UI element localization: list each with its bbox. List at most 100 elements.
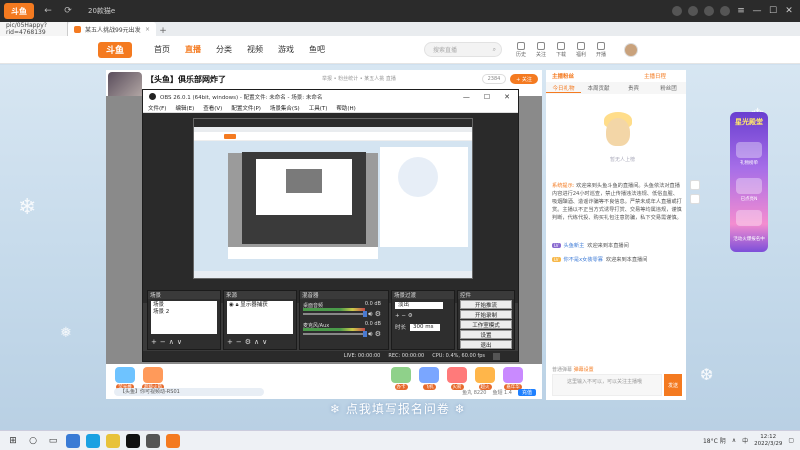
scene-item[interactable]: 场景 — [153, 302, 215, 309]
transition-select[interactable]: 淡出 — [395, 302, 443, 309]
scene-item[interactable]: 场景 2 — [153, 309, 215, 316]
input-language[interactable]: 中 — [742, 436, 748, 445]
history-icon[interactable]: 历史 — [514, 41, 528, 58]
maximize-icon[interactable]: ☐ — [768, 6, 778, 16]
nav-fishbar[interactable]: 鱼吧 — [309, 44, 340, 55]
gift-item[interactable]: 办卡 — [388, 367, 414, 390]
volume-slider-handle[interactable] — [363, 331, 367, 337]
tab-today-gifts[interactable]: 今日礼物 — [546, 84, 581, 93]
recharge-button[interactable]: 充值 — [517, 389, 536, 396]
chat-input[interactable]: 这里输入不可以，可以关注主播哦 — [552, 374, 662, 396]
obs-minimize-icon[interactable]: — — [463, 93, 470, 101]
tab-active[interactable]: 某五人挑战99元出发 × — [68, 22, 156, 36]
close-icon[interactable]: ✕ — [784, 6, 794, 16]
nav-home[interactable]: 首页 — [154, 44, 185, 55]
follow-icon[interactable]: 关注 — [534, 41, 548, 58]
studio-mode-button[interactable]: 工作室模式 — [460, 320, 512, 329]
app-icon-douyu[interactable] — [166, 433, 180, 448]
chat-username[interactable]: 你不是x女装零寡 — [564, 256, 603, 263]
start-live-icon[interactable]: 开播 — [594, 41, 608, 58]
app-icon-obs[interactable] — [126, 433, 140, 448]
barrage-settings[interactable]: 弹幕设置 — [574, 367, 594, 373]
gift-item[interactable]: 荧光棒 — [112, 367, 138, 390]
tab-close-icon[interactable]: × — [145, 26, 150, 33]
menu-profile[interactable]: 配置文件(P) — [231, 104, 261, 112]
download-icon[interactable]: 下载 — [554, 41, 568, 58]
search-icon[interactable]: ○ — [26, 434, 40, 448]
eye-icon[interactable]: ◉ — [229, 302, 234, 308]
menu-help[interactable]: 帮助(H) — [336, 104, 355, 112]
app-icon-explorer[interactable] — [66, 433, 80, 448]
site-logo[interactable]: 斗鱼 — [98, 41, 132, 58]
refresh-icon[interactable]: ⟳ — [62, 5, 74, 17]
report-icon[interactable] — [690, 194, 700, 204]
menu-scene-collection[interactable]: 场景集合(S) — [270, 104, 300, 112]
settings-button[interactable]: 设置 — [460, 330, 512, 339]
welfare-icon[interactable]: 福利 — [574, 41, 588, 58]
tray-chevron-icon[interactable]: ∧ — [732, 437, 736, 444]
task-view-icon[interactable]: ▭ — [46, 434, 60, 448]
tab-week-contrib[interactable]: 本周贡献 — [581, 84, 616, 92]
gift-item[interactable]: 超火 — [472, 367, 498, 390]
app-icon-edge[interactable] — [86, 433, 100, 448]
app-icon-files[interactable] — [106, 433, 120, 448]
gift-item[interactable]: 超级火箭 — [140, 367, 166, 390]
send-button[interactable]: 发送 — [664, 374, 682, 396]
menu-icon[interactable]: ≡ — [736, 6, 746, 16]
source-item[interactable]: ◉ 🔒︎ 显示器捕获 — [229, 302, 291, 309]
scenes-tools[interactable]: +−∧∨ — [151, 338, 185, 346]
minimize-icon[interactable]: — — [752, 6, 762, 16]
menu-edit[interactable]: 编辑(E) — [175, 104, 194, 112]
favorites-icon[interactable] — [704, 6, 714, 16]
avatar[interactable] — [720, 6, 730, 16]
promo-item[interactable] — [736, 178, 762, 194]
share-icon[interactable] — [690, 180, 700, 190]
search-icon[interactable]: ⌕ — [493, 46, 496, 54]
user-avatar[interactable] — [624, 42, 638, 57]
gift-item[interactable]: 火箭 — [444, 367, 470, 390]
nav-category[interactable]: 分类 — [216, 44, 247, 55]
back-icon[interactable]: ← — [42, 5, 54, 17]
speaker-icon[interactable]: 🔊︎ ⚙ — [368, 310, 381, 319]
weather[interactable]: 18°C 阴 — [703, 436, 726, 445]
clock[interactable]: 12:12 2022/3/29 — [754, 434, 782, 448]
extension-icon[interactable] — [688, 6, 698, 16]
start-recording-button[interactable]: 开始录制 — [460, 310, 512, 319]
nav-game[interactable]: 游戏 — [278, 44, 309, 55]
start-streaming-button[interactable]: 开始推流 — [460, 300, 512, 309]
notification-icon[interactable]: ▢ — [788, 437, 794, 444]
schedule-link[interactable]: 主播日程 — [644, 72, 666, 80]
obs-close-icon[interactable]: ✕ — [504, 93, 510, 101]
profile-icon[interactable] — [672, 6, 682, 16]
new-tab-button[interactable]: + — [156, 26, 170, 36]
volume-slider-handle[interactable] — [363, 311, 367, 317]
gift-item[interactable]: 飞机 — [416, 367, 442, 390]
chat-username[interactable]: 头鱼新主 — [564, 242, 585, 249]
menu-view[interactable]: 查看(V) — [203, 104, 222, 112]
barrage-mode[interactable]: 普通弹幕 — [552, 367, 572, 373]
volume-slider[interactable] — [303, 333, 365, 335]
menu-file[interactable]: 文件(F) — [148, 104, 166, 112]
lock-icon[interactable]: 🔒︎ — [236, 302, 239, 308]
windows-start-icon[interactable]: ⊞ — [6, 434, 20, 448]
tab-fans[interactable]: 粉丝团 — [651, 84, 686, 92]
app-icon-tool[interactable] — [146, 433, 160, 448]
promo-banner[interactable]: 星光殿堂 礼物榜单 已点亮N 活动火爆报名中 — [730, 112, 768, 252]
rank-title[interactable]: 主播粉丝 — [552, 72, 574, 80]
search-input[interactable]: 搜索直播 ⌕ — [424, 42, 502, 57]
nav-video[interactable]: 视频 — [247, 44, 278, 55]
promo-item[interactable] — [736, 142, 762, 158]
tab-vip[interactable]: 贵宾 — [616, 84, 651, 92]
address-bar[interactable]: pic/05Happy?rid=4768139 — [0, 22, 68, 36]
gift-item[interactable]: 嘉年华 — [500, 367, 526, 390]
nav-live[interactable]: 直播 — [185, 44, 216, 55]
signup-banner[interactable]: ❄ 点我填写报名问卷 ❄ — [330, 400, 466, 417]
obs-maximize-icon[interactable]: ☐ — [484, 93, 490, 101]
follow-button[interactable]: + 关注 — [510, 74, 538, 84]
obs-preview[interactable] — [193, 118, 473, 279]
promo-item[interactable] — [736, 210, 762, 226]
speaker-icon[interactable]: 🔊︎ ⚙ — [368, 330, 381, 339]
menu-tools[interactable]: 工具(T) — [309, 104, 328, 112]
exit-button[interactable]: 退出 — [460, 340, 512, 349]
transition-tools[interactable]: + − ⚙ — [395, 313, 451, 319]
